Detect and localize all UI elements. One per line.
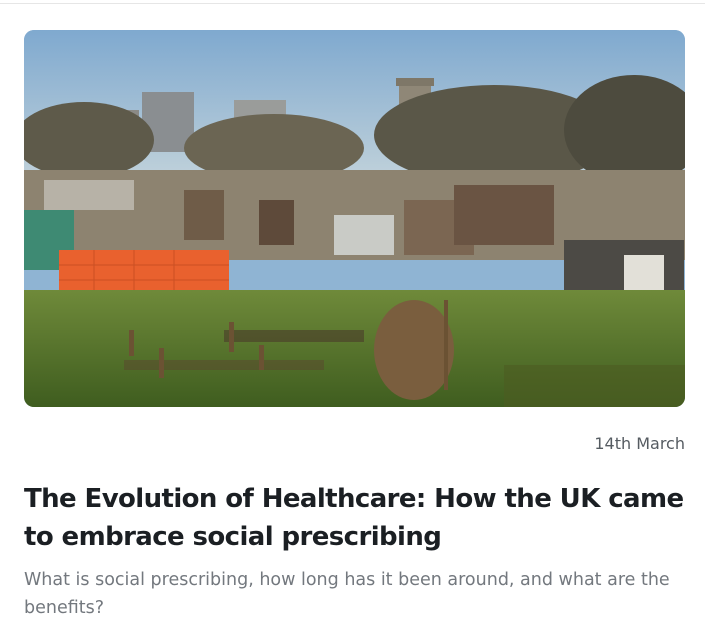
article-description: What is social prescribing, how long has… <box>24 570 670 618</box>
article-card[interactable] <box>24 30 685 407</box>
article-title[interactable]: The Evolution of Healthcare: How the UK … <box>24 480 685 556</box>
top-divider <box>0 0 705 4</box>
allotment-photo <box>24 30 685 407</box>
article-date: 14th March <box>594 434 685 453</box>
article-image[interactable] <box>24 30 685 407</box>
